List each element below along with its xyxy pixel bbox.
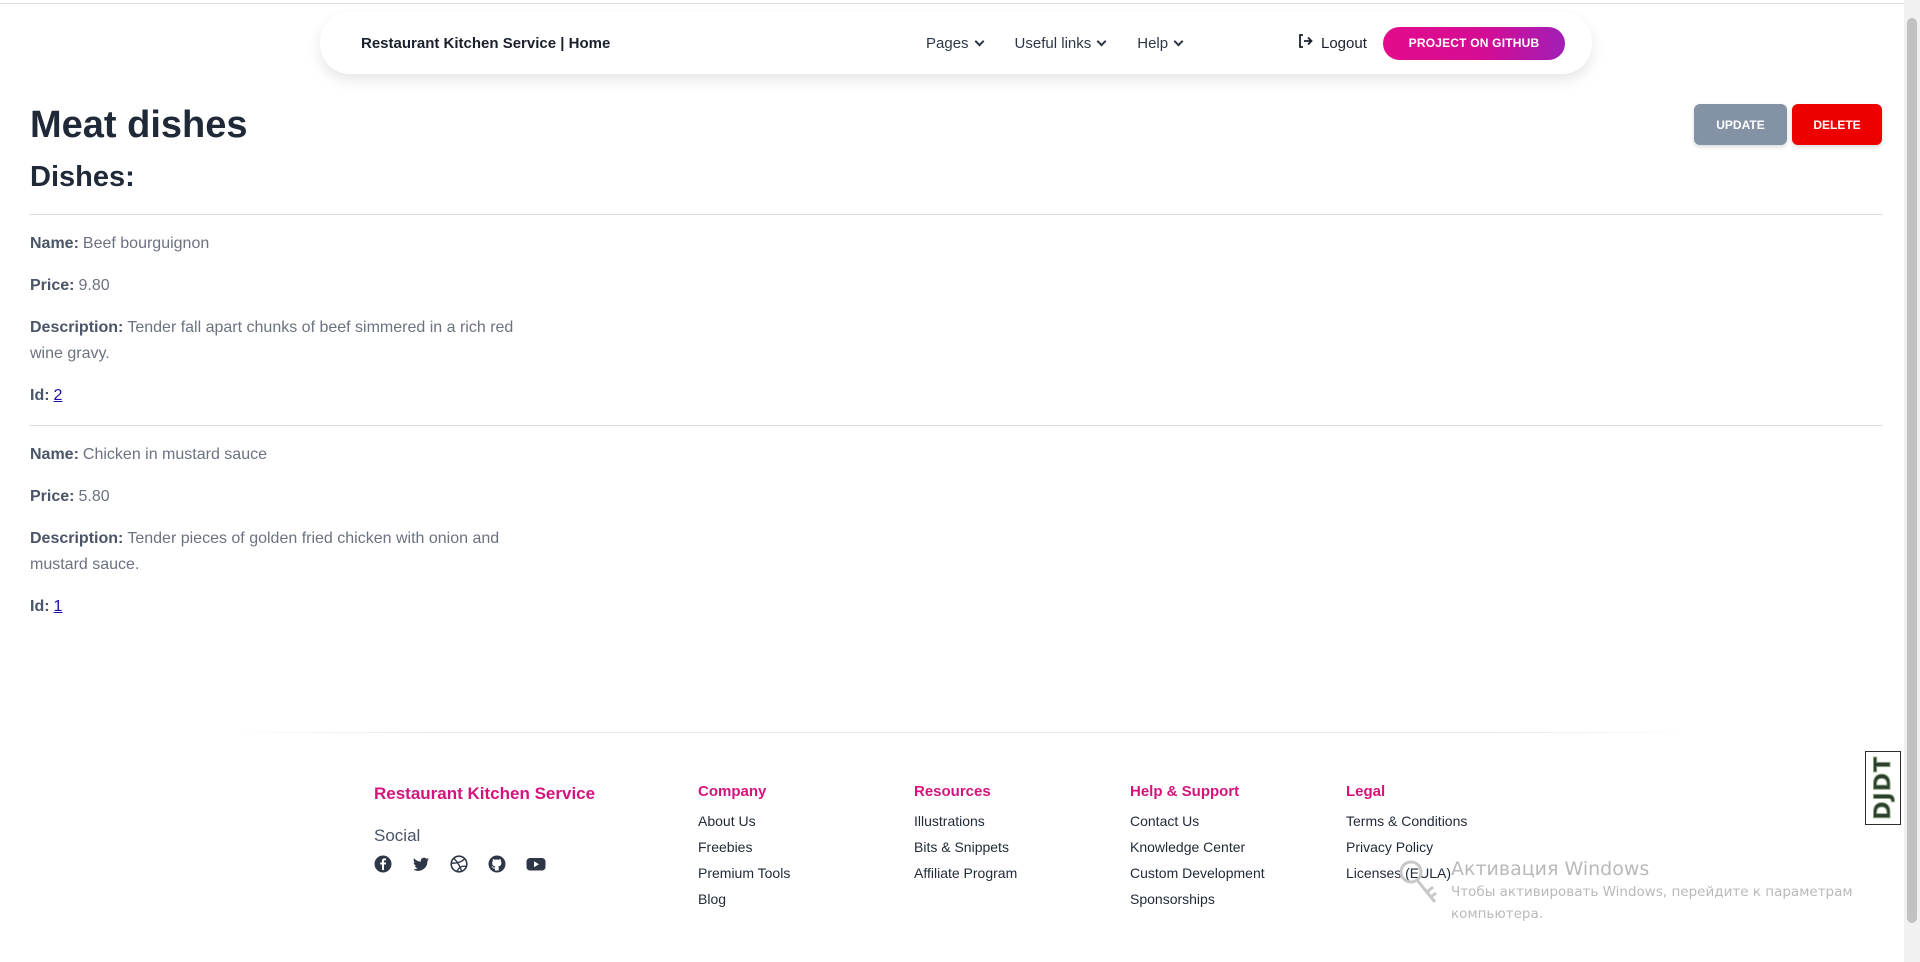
- footer-column-resources: Resources Illustrations Bits & Snippets …: [914, 783, 1017, 886]
- footer-column-title: Help & Support: [1130, 783, 1240, 800]
- social-heading: Social: [374, 826, 421, 845]
- dish-name: Chicken in mustard sauce: [82, 446, 267, 463]
- github-icon[interactable]: [488, 855, 506, 873]
- footer-column-title: Legal: [1346, 783, 1386, 800]
- dish-id-label: Id:: [30, 387, 50, 404]
- watermark-line: компьютера.: [1451, 906, 1544, 922]
- facebook-icon[interactable]: [374, 855, 392, 873]
- dish-name: Beef bourguignon: [82, 235, 210, 252]
- dish-description-label: Description:: [30, 319, 124, 336]
- footer-link-contact-us[interactable]: Contact Us: [1130, 808, 1265, 834]
- page-title: Meat dishes: [30, 104, 248, 146]
- footer-link-terms-conditions[interactable]: Terms & Conditions: [1346, 808, 1467, 834]
- dish-price-label: Price:: [30, 488, 75, 505]
- chevron-down-icon: [974, 36, 984, 46]
- vertical-scrollbar[interactable]: [1904, 0, 1920, 962]
- watermark-title: Активация Windows: [1451, 858, 1650, 880]
- dribbble-icon[interactable]: [450, 855, 468, 873]
- project-on-github-button[interactable]: PROJECT ON GITHUB: [1383, 26, 1565, 60]
- footer-column-title: Company: [698, 783, 767, 800]
- browser-top-border: [0, 0, 1904, 4]
- footer-column-help-support: Help & Support Contact Us Knowledge Cent…: [1130, 783, 1265, 912]
- footer-link-privacy-policy[interactable]: Privacy Policy: [1346, 834, 1467, 860]
- navbar: Restaurant Kitchen Service | Home Pages …: [320, 12, 1592, 74]
- nav-menu: Pages Useful links Help: [926, 34, 1184, 52]
- dish-id-link[interactable]: 2: [54, 387, 63, 404]
- logout-label: Logout: [1321, 34, 1367, 52]
- debug-toolbar-handle[interactable]: DJDT: [1865, 751, 1901, 825]
- section-title: Dishes:: [30, 161, 135, 193]
- dish-id-row: Id: 2: [30, 383, 550, 409]
- chevron-down-icon: [1096, 36, 1107, 46]
- dish-description-row: Description: Tender fall apart chunks of …: [30, 315, 550, 367]
- footer-link-about-us[interactable]: About Us: [698, 808, 790, 834]
- footer-column-title: Resources: [914, 783, 991, 800]
- debug-toolbar-label: DJDT: [1870, 756, 1896, 821]
- nav-item-help[interactable]: Help: [1137, 34, 1184, 52]
- dish-item: Name: Beef bourguignon Price: 9.80 Descrip…: [30, 231, 550, 425]
- update-button[interactable]: UPDATE: [1694, 104, 1787, 145]
- dish-name-row: Name: Chicken in mustard sauce: [30, 442, 550, 468]
- nav-item-useful-links[interactable]: Useful links: [1014, 34, 1107, 52]
- navbar-brand[interactable]: Restaurant Kitchen Service | Home: [361, 35, 610, 52]
- footer-column-company: Company About Us Freebies Premium Tools …: [698, 783, 790, 912]
- watermark-text: Активация Windows Чтобы активировать Win…: [1451, 858, 1853, 924]
- footer-link-custom-development[interactable]: Custom Development: [1130, 860, 1265, 886]
- dish-item: Name: Chicken in mustard sauce Price: 5.80…: [30, 442, 550, 636]
- footer-link-bits-snippets[interactable]: Bits & Snippets: [914, 834, 1017, 860]
- key-icon: [1395, 858, 1443, 924]
- logout-link[interactable]: Logout: [1298, 34, 1367, 52]
- sign-out-icon: [1298, 34, 1313, 52]
- nav-item-label: Useful links: [1014, 34, 1092, 52]
- scrollbar-thumb[interactable]: [1907, 18, 1917, 923]
- dish-description-row: Description: Tender pieces of golden frie…: [30, 526, 550, 578]
- dish-price-row: Price: 5.80: [30, 484, 550, 510]
- footer-link-illustrations[interactable]: Illustrations: [914, 808, 1017, 834]
- dish-name-label: Name:: [30, 446, 79, 463]
- dish-price: 5.80: [78, 488, 110, 505]
- chevron-down-icon: [1173, 36, 1184, 46]
- footer-link-premium-tools[interactable]: Premium Tools: [698, 860, 790, 886]
- social-icons: [374, 855, 546, 873]
- dish-price: 9.80: [78, 277, 110, 294]
- dish-id-row: Id: 1: [30, 594, 550, 620]
- watermark-line: Чтобы активировать Windows, перейдите к …: [1451, 884, 1853, 900]
- windows-activation-watermark: Активация Windows Чтобы активировать Win…: [1395, 858, 1853, 924]
- youtube-icon[interactable]: [526, 855, 546, 873]
- delete-button[interactable]: DELETE: [1792, 104, 1882, 145]
- divider: [30, 425, 1882, 426]
- dish-description-label: Description:: [30, 530, 124, 547]
- dish-price-label: Price:: [30, 277, 75, 294]
- nav-item-label: Pages: [926, 34, 969, 52]
- nav-item-label: Help: [1137, 34, 1169, 52]
- dish-id-link[interactable]: 1: [54, 598, 63, 615]
- footer-link-blog[interactable]: Blog: [698, 886, 790, 912]
- footer-link-freebies[interactable]: Freebies: [698, 834, 790, 860]
- dish-price-row: Price: 9.80: [30, 273, 550, 299]
- nav-item-pages[interactable]: Pages: [926, 34, 984, 52]
- twitter-icon[interactable]: [412, 855, 430, 873]
- footer-link-knowledge-center[interactable]: Knowledge Center: [1130, 834, 1265, 860]
- dish-name-label: Name:: [30, 235, 79, 252]
- divider: [30, 214, 1882, 215]
- footer-link-sponsorships[interactable]: Sponsorships: [1130, 886, 1265, 912]
- footer-link-affiliate-program[interactable]: Affiliate Program: [914, 860, 1017, 886]
- footer-divider: [220, 732, 1700, 733]
- dish-name-row: Name: Beef bourguignon: [30, 231, 550, 257]
- dish-id-label: Id:: [30, 598, 50, 615]
- footer-brand[interactable]: Restaurant Kitchen Service: [374, 784, 595, 804]
